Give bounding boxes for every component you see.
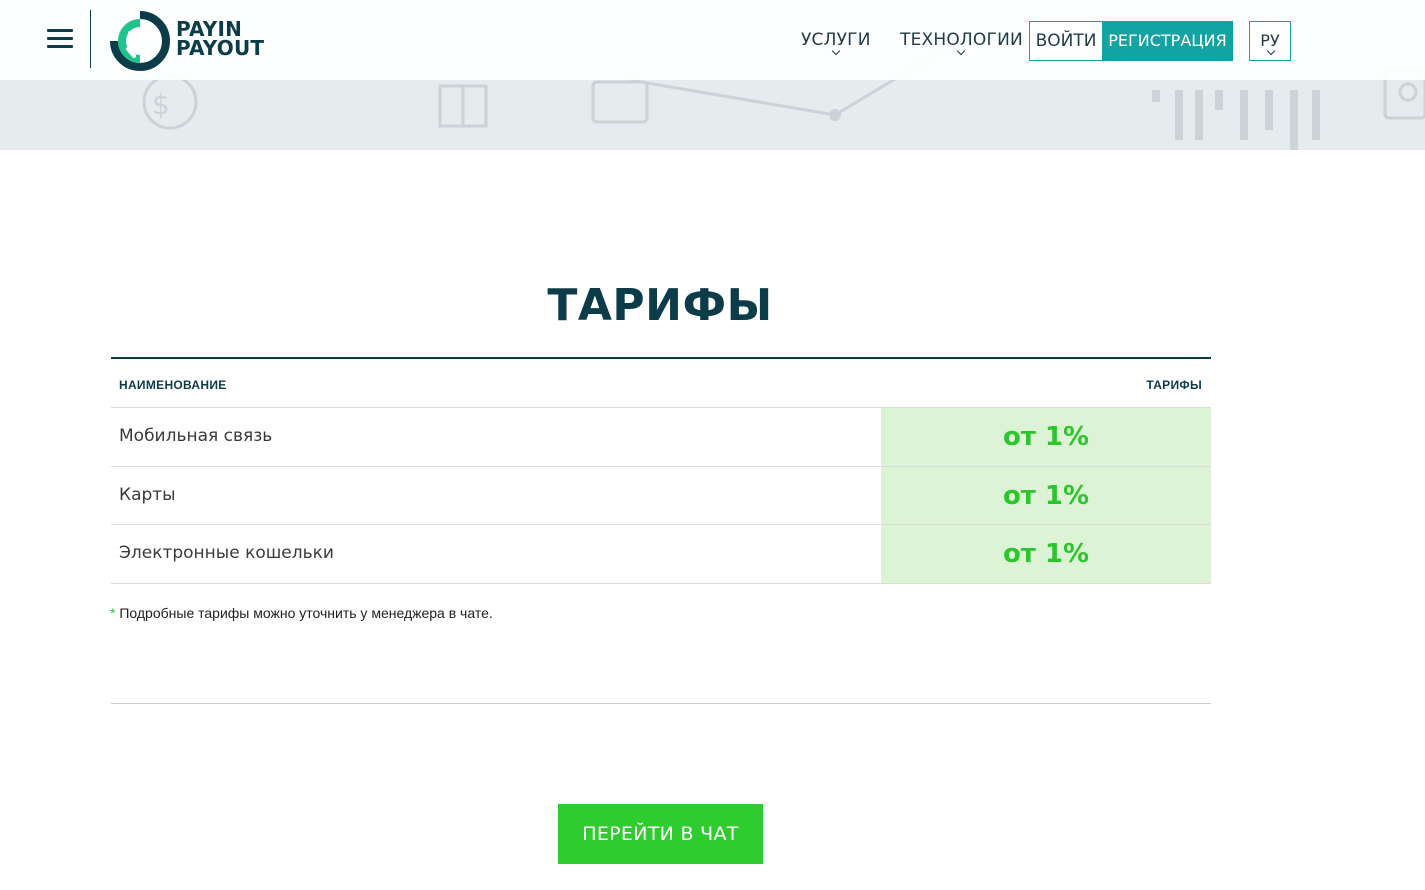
row-rate: от 1%	[881, 408, 1211, 466]
menu-icon[interactable]	[47, 28, 73, 50]
column-header-name: НАИМЕНОВАНИЕ	[119, 378, 227, 392]
page-title: ТАРИФЫ	[547, 280, 773, 331]
svg-text:$: $	[152, 88, 170, 121]
register-button[interactable]: РЕГИСТРАЦИЯ	[1102, 21, 1233, 61]
tariffs-note: * Подробные тарифы можно уточнить у мене…	[110, 605, 493, 621]
header-divider	[90, 10, 91, 68]
top-navigation-bar: PAYIN PAYOUT УСЛУГИ ТЕХНОЛОГИИ ВОЙТИ РЕГ…	[0, 0, 1425, 80]
nav-technologies[interactable]: ТЕХНОЛОГИИ	[900, 30, 1023, 56]
table-row: Карты от 1%	[111, 466, 1211, 525]
logo-text: PAYIN PAYOUT	[176, 19, 265, 60]
login-button[interactable]: ВОЙТИ	[1029, 21, 1103, 61]
row-rate: от 1%	[881, 466, 1211, 524]
table-row: Мобильная связь от 1%	[111, 408, 1211, 467]
tariffs-table: НАИМЕНОВАНИЕ ТАРИФЫ Мобильная связь от 1…	[111, 357, 1211, 584]
go-to-chat-button[interactable]: ПЕРЕЙТИ В ЧАТ	[558, 804, 763, 864]
row-name: Карты	[119, 484, 176, 505]
note-text: Подробные тарифы можно уточнить у менедж…	[119, 605, 493, 621]
nav-services[interactable]: УСЛУГИ	[801, 30, 871, 56]
section-divider	[111, 703, 1211, 704]
row-name: Электронные кошельки	[119, 543, 334, 563]
table-header: НАИМЕНОВАНИЕ ТАРИФЫ	[111, 359, 1211, 408]
row-rate: от 1%	[881, 525, 1211, 583]
language-selector[interactable]: РУ	[1249, 21, 1291, 61]
table-row: Электронные кошельки от 1%	[111, 525, 1211, 584]
logo-line-2: PAYOUT	[176, 36, 265, 60]
logo[interactable]: PAYIN PAYOUT	[110, 11, 270, 71]
row-name: Мобильная связь	[119, 426, 273, 446]
note-asterisk: *	[110, 605, 116, 621]
logo-icon	[110, 11, 170, 71]
column-header-rate: ТАРИФЫ	[1146, 378, 1202, 392]
